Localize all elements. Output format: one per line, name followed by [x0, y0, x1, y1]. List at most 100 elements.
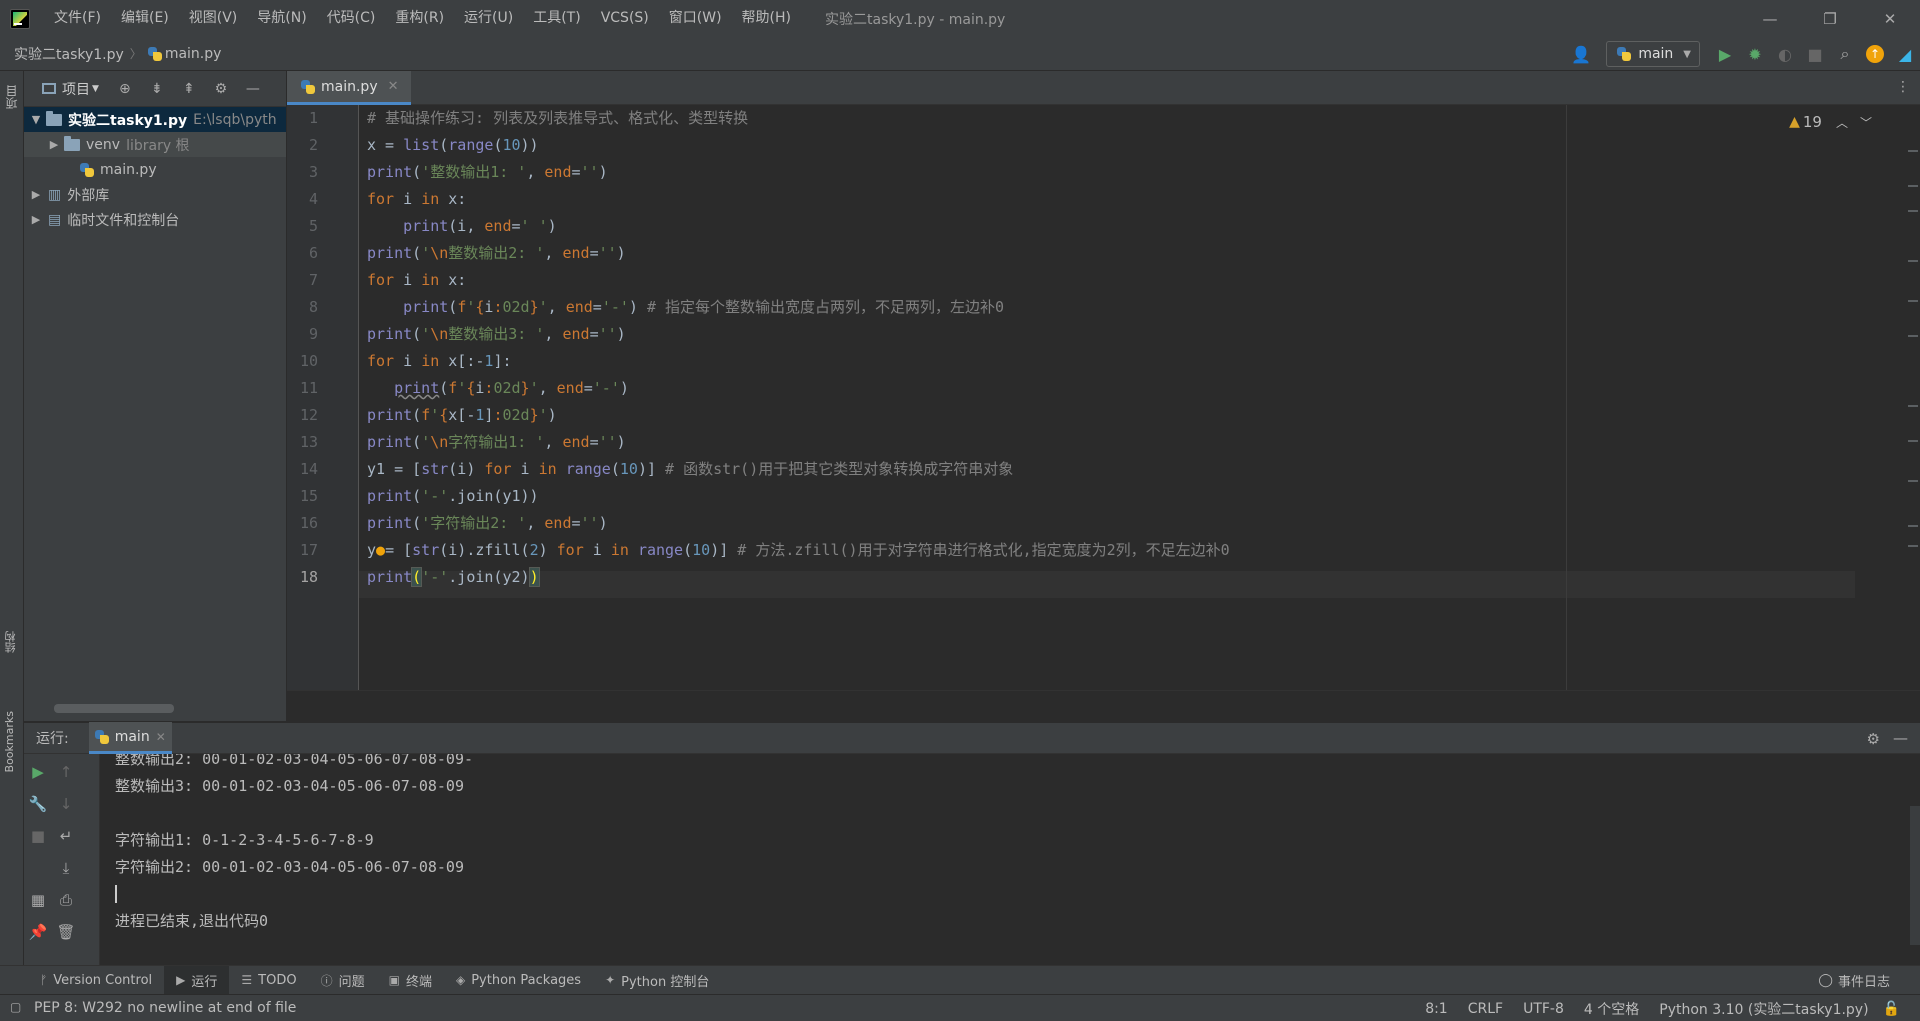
wrench-icon[interactable]: 🔧	[26, 792, 50, 816]
error-stripe-mark[interactable]	[1908, 545, 1918, 547]
update-icon[interactable]: ↑	[1860, 37, 1890, 71]
error-stripe-mark[interactable]	[1908, 440, 1918, 442]
code-content[interactable]: # 基础操作练习: 列表及列表推导式、格式化、类型转换 x = list(ran…	[367, 105, 1847, 690]
collapse-all-icon[interactable]: ⇞	[173, 81, 205, 97]
stop-icon[interactable]: ■	[1800, 37, 1830, 71]
locate-icon[interactable]: ⊕	[109, 81, 141, 97]
bookmarks-tool-tab[interactable]: Bookmarks	[3, 711, 16, 772]
menu-edit[interactable]: 编辑(E)	[111, 0, 179, 37]
menu-run[interactable]: 运行(U)	[454, 0, 523, 37]
close-icon[interactable]: ✕	[156, 730, 166, 744]
menu-vcs[interactable]: VCS(S)	[591, 0, 659, 37]
python-interpreter[interactable]: Python 3.10 (实验二tasky1.py)	[1659, 999, 1868, 1019]
run-tab-main[interactable]: main ✕	[88, 722, 172, 754]
horizontal-scrollbar[interactable]	[54, 704, 174, 713]
tab-python-packages[interactable]: ◈ Python Packages	[444, 966, 593, 995]
menu-navigate[interactable]: 导航(N)	[247, 0, 316, 37]
breadcrumb-file[interactable]: main.py	[165, 46, 222, 62]
hide-icon[interactable]: —	[237, 81, 269, 97]
lightbulb-icon[interactable]: ●	[376, 541, 385, 559]
print-icon[interactable]: ⎙	[54, 888, 78, 912]
tab-run[interactable]: ▶ 运行	[164, 965, 230, 995]
error-stripe-mark[interactable]	[1908, 525, 1918, 527]
error-stripe-mark[interactable]	[1908, 210, 1918, 212]
more-icon[interactable]: ⋮	[1896, 79, 1910, 95]
tab-python-console[interactable]: ✦ Python 控制台	[593, 966, 721, 995]
chevron-down-icon[interactable]: ﹀	[1860, 114, 1872, 131]
error-stripe-mark[interactable]	[1908, 335, 1918, 337]
tree-item-project-root[interactable]: ▼ 实验二tasky1.py E:\lsqb\pyth	[24, 107, 286, 132]
file-encoding[interactable]: UTF-8	[1523, 1001, 1564, 1017]
debug-icon[interactable]: ✹	[1740, 37, 1770, 71]
event-log-button[interactable]: ◯ 事件日志	[1818, 966, 1890, 995]
scroll-to-end-icon[interactable]: ⤓	[54, 856, 78, 880]
chevron-right-icon: ▶	[49, 138, 59, 151]
folder-icon	[64, 135, 80, 151]
coverage-icon[interactable]: ◐	[1770, 37, 1800, 71]
navigation-bar: 实验二tasky1.py 〉 main.py 👤 main ▼ ▶ ✹ ◐ ■ …	[0, 37, 1920, 71]
tree-item-label: 临时文件和控制台	[67, 212, 180, 229]
gear-icon[interactable]: ⚙	[1867, 730, 1880, 748]
error-stripe-mark[interactable]	[1908, 480, 1918, 482]
expand-all-icon[interactable]: ⇟	[141, 81, 173, 97]
event-log-label: 事件日志	[1837, 975, 1890, 990]
menu-window[interactable]: 窗口(W)	[659, 0, 732, 37]
tab-todo[interactable]: ☰ TODO	[229, 966, 308, 995]
caret-position[interactable]: 8:1	[1425, 1001, 1448, 1017]
tree-item-venv[interactable]: ▶ venv library 根	[24, 132, 286, 157]
chevron-up-icon[interactable]: ︿	[1836, 114, 1848, 131]
tab-terminal[interactable]: ▣ 终端	[377, 966, 444, 995]
tree-item-external-libraries[interactable]: ▶ ▥ 外部库	[24, 182, 286, 207]
arrow-down-icon[interactable]: ↓	[54, 792, 78, 816]
restore-icon[interactable]: ❐	[1800, 0, 1860, 37]
project-view-select[interactable]: 项目 ▼	[42, 79, 99, 99]
structure-tool-tab[interactable]: 结构	[3, 631, 19, 653]
project-tool-tab[interactable]: 项目	[3, 85, 20, 109]
error-stripe-mark[interactable]	[1908, 150, 1918, 152]
tree-item-main-py[interactable]: main.py	[24, 157, 286, 182]
breadcrumb-project[interactable]: 实验二tasky1.py	[14, 44, 124, 64]
soft-wrap-icon[interactable]: ↵	[54, 824, 78, 848]
jetbrains-icon[interactable]: ◢	[1890, 37, 1920, 71]
rerun-icon[interactable]: ▶	[26, 760, 50, 784]
chevron-down-icon: ▼	[1683, 48, 1691, 60]
tab-version-control[interactable]: ᚠ Version Control	[28, 966, 164, 995]
console-exit-line: 进程已结束,退出代码0	[115, 912, 269, 930]
close-icon[interactable]: ✕	[388, 79, 399, 94]
lock-icon[interactable]: 🔓	[1883, 1001, 1900, 1017]
line-separator[interactable]: CRLF	[1468, 1001, 1503, 1017]
menu-code[interactable]: 代码(C)	[317, 0, 386, 37]
user-icon[interactable]: 👤	[1566, 37, 1596, 71]
console-scrollbar[interactable]	[1910, 806, 1920, 945]
stop-icon[interactable]: ■	[26, 824, 50, 848]
menu-help[interactable]: 帮助(H)	[732, 0, 801, 37]
menu-refactor[interactable]: 重构(R)	[385, 0, 454, 37]
gear-icon[interactable]: ⚙	[205, 81, 237, 97]
editor-horizontal-scrollbar[interactable]	[287, 690, 1920, 721]
error-stripe-mark[interactable]	[1908, 260, 1918, 262]
close-icon[interactable]: ✕	[1860, 0, 1920, 37]
run-configuration-select[interactable]: main ▼	[1606, 41, 1700, 67]
search-icon[interactable]: ⌕	[1830, 37, 1860, 71]
menu-file[interactable]: 文件(F)	[44, 0, 111, 37]
minimize-icon[interactable]: —	[1740, 0, 1800, 37]
error-stripe-mark[interactable]	[1908, 300, 1918, 302]
hide-icon[interactable]: —	[1893, 729, 1908, 747]
trash-icon[interactable]: 🗑	[54, 920, 78, 944]
toggle-tool-windows-icon[interactable]: ▢	[10, 1000, 21, 1014]
arrow-up-icon[interactable]: ↑	[54, 760, 78, 784]
tab-main-py[interactable]: main.py ✕	[287, 71, 411, 105]
tab-problems[interactable]: ⓘ 问题	[309, 966, 377, 995]
pin-icon[interactable]: 📌	[26, 920, 50, 944]
indent-setting[interactable]: 4 个空格	[1584, 999, 1639, 1019]
layout-icon[interactable]: ▦	[26, 888, 50, 912]
tree-item-scratches[interactable]: ▶ ▤ 临时文件和控制台	[24, 207, 286, 232]
code-editor[interactable]: 1 2 3 4 5 6 7 8 9 10 11 12 13 14 15 16 1…	[287, 105, 1920, 721]
menu-tools[interactable]: 工具(T)	[523, 0, 590, 37]
menu-view[interactable]: 视图(V)	[179, 0, 248, 37]
run-icon[interactable]: ▶	[1710, 37, 1740, 71]
run-console-output[interactable]: 整数输出2: 00-01-02-03-04-05-06-07-08-09- 整数…	[100, 754, 1920, 965]
error-stripe-mark[interactable]	[1908, 405, 1918, 407]
error-stripe-mark[interactable]	[1908, 185, 1918, 187]
inspection-widget[interactable]: ▲ 19 ︿ ﹀	[1789, 113, 1872, 131]
